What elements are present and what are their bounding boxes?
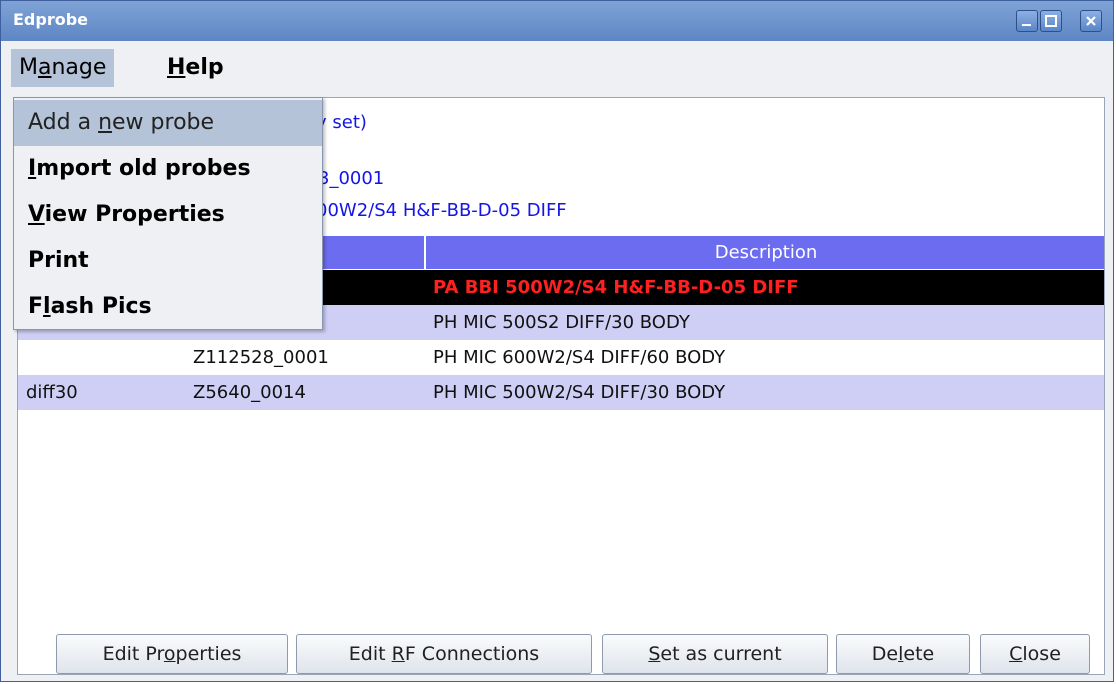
edit-properties-mnemonic: o [163, 643, 176, 665]
row-id: Z112528_0001 [193, 347, 329, 368]
button-bar: Edit Properties Edit RF Connections Set … [18, 628, 1104, 676]
column-header-description[interactable]: Description [424, 236, 1106, 269]
menu-item-label-pre: Print [28, 248, 89, 273]
delete-label-pre: De [871, 643, 899, 665]
close-mnemonic: C [1009, 643, 1023, 665]
set-current-label-post: et as current [660, 643, 782, 665]
menu-help-label-post: elp [185, 55, 224, 80]
menu-item-flash-pics[interactable]: Flash Pics [14, 284, 322, 330]
menu-manage-label-pre: M [19, 55, 38, 80]
menu-item-mnemonic: V [28, 202, 45, 227]
menu-item-label-post: iew Properties [44, 202, 225, 227]
window-title: Edprobe [13, 10, 89, 29]
edit-rf-label-post: F Connections [404, 643, 540, 665]
delete-label-post: ete [903, 643, 935, 665]
close-icon [1086, 16, 1096, 26]
title-bar[interactable]: Edprobe [1, 1, 1113, 41]
minimize-button[interactable] [1016, 10, 1038, 32]
edit-properties-label-pre: Edit Pr [102, 643, 164, 665]
table-row[interactable]: Z112528_0001 PH MIC 600W2/S4 DIFF/60 BOD… [18, 340, 1104, 375]
edit-properties-label-post: perties [175, 643, 242, 665]
set-as-current-button[interactable]: Set as current [602, 634, 828, 674]
edit-properties-button[interactable]: Edit Properties [56, 634, 288, 674]
menu-bar: Manage Help [11, 45, 1107, 95]
current-probe-description: 00W2/S4 H&F-BB-D-05 DIFF [316, 200, 567, 221]
menu-item-label-post: ew probe [112, 110, 215, 135]
menu-item-view-properties[interactable]: View Properties [14, 192, 322, 238]
manage-menu-dropdown: Add a new probe Import old probes View P… [13, 97, 323, 330]
menu-item-label-pre: F [28, 294, 44, 319]
menu-item-label-pre: Add a [28, 110, 99, 135]
menu-item-mnemonic: I [28, 156, 37, 181]
row-description: PH MIC 500W2/S4 DIFF/30 BODY [433, 382, 726, 403]
menu-item-label-post: mport old probes [36, 156, 251, 181]
set-current-mnemonic: S [648, 643, 661, 665]
menu-help[interactable]: Help [159, 49, 232, 87]
edit-rf-connections-button[interactable]: Edit RF Connections [296, 634, 592, 674]
menu-manage-label-post: nage [51, 55, 107, 80]
edit-rf-label-pre: Edit [348, 643, 392, 665]
edit-rf-mnemonic: R [391, 643, 405, 665]
current-set-text: y set) [316, 112, 367, 133]
close-label-post: lose [1022, 643, 1061, 665]
table-row[interactable]: diff30 Z5640_0014 PH MIC 500W2/S4 DIFF/3… [18, 375, 1104, 410]
menu-item-add-new-probe[interactable]: Add a new probe [14, 100, 322, 146]
row-description: PH MIC 600W2/S4 DIFF/60 BODY [433, 347, 726, 368]
menu-manage[interactable]: Manage [11, 49, 115, 87]
row-description: PH MIC 500S2 DIFF/30 BODY [433, 312, 690, 333]
row-name: diff30 [26, 382, 78, 403]
minimize-icon [1022, 24, 1031, 26]
menu-manage-mnemonic: a [37, 55, 52, 80]
edprobe-window: Edprobe Manage Help y set) 3_0001 00W2/S… [0, 0, 1114, 682]
maximize-icon [1045, 15, 1057, 27]
menu-item-import-old-probes[interactable]: Import old probes [14, 146, 322, 192]
current-probe-id: 3_0001 [318, 168, 385, 189]
delete-button[interactable]: Delete [836, 634, 970, 674]
menu-item-print[interactable]: Print [14, 238, 322, 284]
close-button[interactable]: Close [980, 634, 1090, 674]
row-id: Z5640_0014 [193, 382, 306, 403]
menu-item-label-post: ash Pics [50, 294, 152, 319]
menu-help-mnemonic: H [167, 55, 186, 80]
maximize-button[interactable] [1040, 10, 1062, 32]
menu-item-mnemonic: n [98, 110, 113, 135]
menu-item-mnemonic: l [43, 294, 51, 319]
row-description: PA BBI 500W2/S4 H&F-BB-D-05 DIFF [433, 277, 799, 298]
close-window-button[interactable] [1080, 10, 1102, 32]
